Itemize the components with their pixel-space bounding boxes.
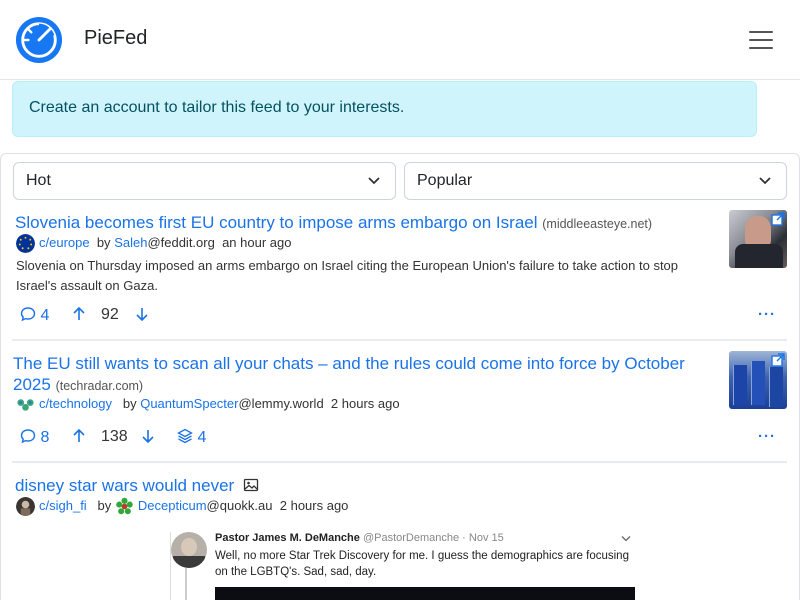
post-divider [12, 339, 787, 341]
image-icon [243, 478, 259, 492]
post-meta: c/technology by QuantumSpecter@lemmy.wor… [16, 395, 400, 414]
post-title-link[interactable]: Slovenia becomes first EU country to imp… [15, 213, 538, 232]
post-thumbnail[interactable] [729, 210, 787, 268]
tweet-text: Well, no more Star Trek Discovery for me… [215, 548, 629, 580]
upvote-button[interactable] [72, 428, 86, 449]
post-time: an hour ago [222, 234, 292, 250]
chevron-down-icon [621, 536, 631, 542]
post-title-link[interactable]: disney star wars would never [15, 476, 234, 495]
post-time: 2 hours ago [279, 497, 349, 513]
external-link-icon [771, 353, 785, 367]
user-link[interactable]: Saleh [114, 235, 147, 250]
post-domain[interactable]: (middleeasteye.net) [542, 217, 652, 231]
crosspost-count: 4 [197, 429, 207, 446]
comments-button[interactable]: 4 [20, 306, 49, 325]
score: 138 [101, 428, 128, 445]
arrow-down-icon [136, 308, 148, 322]
community-link[interactable]: c/technology [39, 396, 112, 411]
navbar: PieFed [0, 0, 800, 80]
external-link-icon [771, 212, 785, 226]
brand-name[interactable]: PieFed [84, 27, 147, 50]
post-image[interactable]: Pastor James M. DeManche @PastorDemanche… [170, 532, 640, 600]
user-avatar-icon [116, 497, 133, 515]
arrow-down-icon [142, 430, 154, 444]
by-label: by [97, 497, 112, 513]
post-domain[interactable]: (techradar.com) [56, 379, 144, 393]
post-thumbnail[interactable] [729, 351, 787, 409]
user-instance: @quokk.au [206, 497, 273, 513]
more-options-icon[interactable]: ··· [758, 306, 776, 323]
community-link[interactable]: c/europe [39, 235, 90, 250]
sort-select-value: Hot [26, 172, 51, 189]
view-select[interactable]: Popular [404, 162, 787, 200]
tweet-line: on the LGBTQ's. Sad, sad, day. [215, 566, 377, 578]
view-select-value: Popular [417, 172, 473, 189]
alert-text: Create an account to tailor this feed to… [29, 99, 405, 116]
comment-count: 4 [40, 307, 50, 324]
tweet-media [215, 587, 635, 600]
chevron-down-icon [368, 177, 380, 185]
post-title: The EU still wants to scan all your chat… [13, 353, 719, 397]
post-meta: c/sigh_fi by Decepticum@quokk.au 2 hours… [16, 497, 348, 516]
piefed-logo[interactable] [14, 16, 64, 64]
technology-community-icon [17, 399, 34, 411]
hamburger-icon[interactable] [748, 28, 774, 52]
downvote-button[interactable] [135, 306, 149, 327]
comment-icon [20, 307, 36, 322]
eu-flag-icon [16, 234, 35, 253]
tweet-header: Pastor James M. DeManche @PastorDemanche… [215, 532, 504, 544]
user-link[interactable]: Decepticum [138, 498, 207, 513]
sigh-fi-community-icon [16, 497, 35, 516]
post-meta: c/europe by Saleh@feddit.org an hour ago [16, 234, 291, 253]
post-title: Slovenia becomes first EU country to imp… [15, 212, 715, 235]
thread-line [185, 568, 187, 600]
arrow-up-icon [73, 306, 85, 320]
chevron-down-icon [759, 177, 771, 185]
user-instance: @feddit.org [147, 234, 215, 250]
upvote-button[interactable] [72, 306, 86, 327]
post-title: disney star wars would never [15, 475, 715, 496]
post-divider [12, 461, 787, 463]
score: 92 [101, 306, 119, 323]
downvote-button[interactable] [141, 428, 155, 449]
sort-select[interactable]: Hot [13, 162, 396, 200]
user-link[interactable]: QuantumSpecter [140, 396, 238, 411]
post-body: Slovenia on Thursday imposed an arms emb… [16, 258, 679, 293]
by-label: by [122, 395, 137, 411]
layers-icon [177, 428, 193, 444]
arrow-up-icon [73, 428, 85, 442]
community-link[interactable]: c/sigh_fi [39, 498, 87, 513]
post-time: 2 hours ago [330, 395, 400, 411]
comment-icon [20, 429, 36, 444]
comments-button[interactable]: 8 [20, 428, 49, 447]
user-instance: @lemmy.world [238, 395, 324, 411]
tweet-avatar [171, 532, 207, 568]
tweet-author: Pastor James M. DeManche [215, 532, 360, 544]
more-options-icon[interactable]: ··· [758, 428, 776, 445]
signup-alert: Create an account to tailor this feed to… [12, 81, 757, 137]
by-label: by [96, 234, 111, 250]
tweet-line: Well, no more Star Trek Discovery for me… [215, 550, 629, 562]
tweet-handle: @PastorDemanche · Nov 15 [362, 532, 504, 544]
comment-count: 8 [40, 429, 50, 446]
crossposts-button[interactable]: 4 [177, 428, 206, 447]
